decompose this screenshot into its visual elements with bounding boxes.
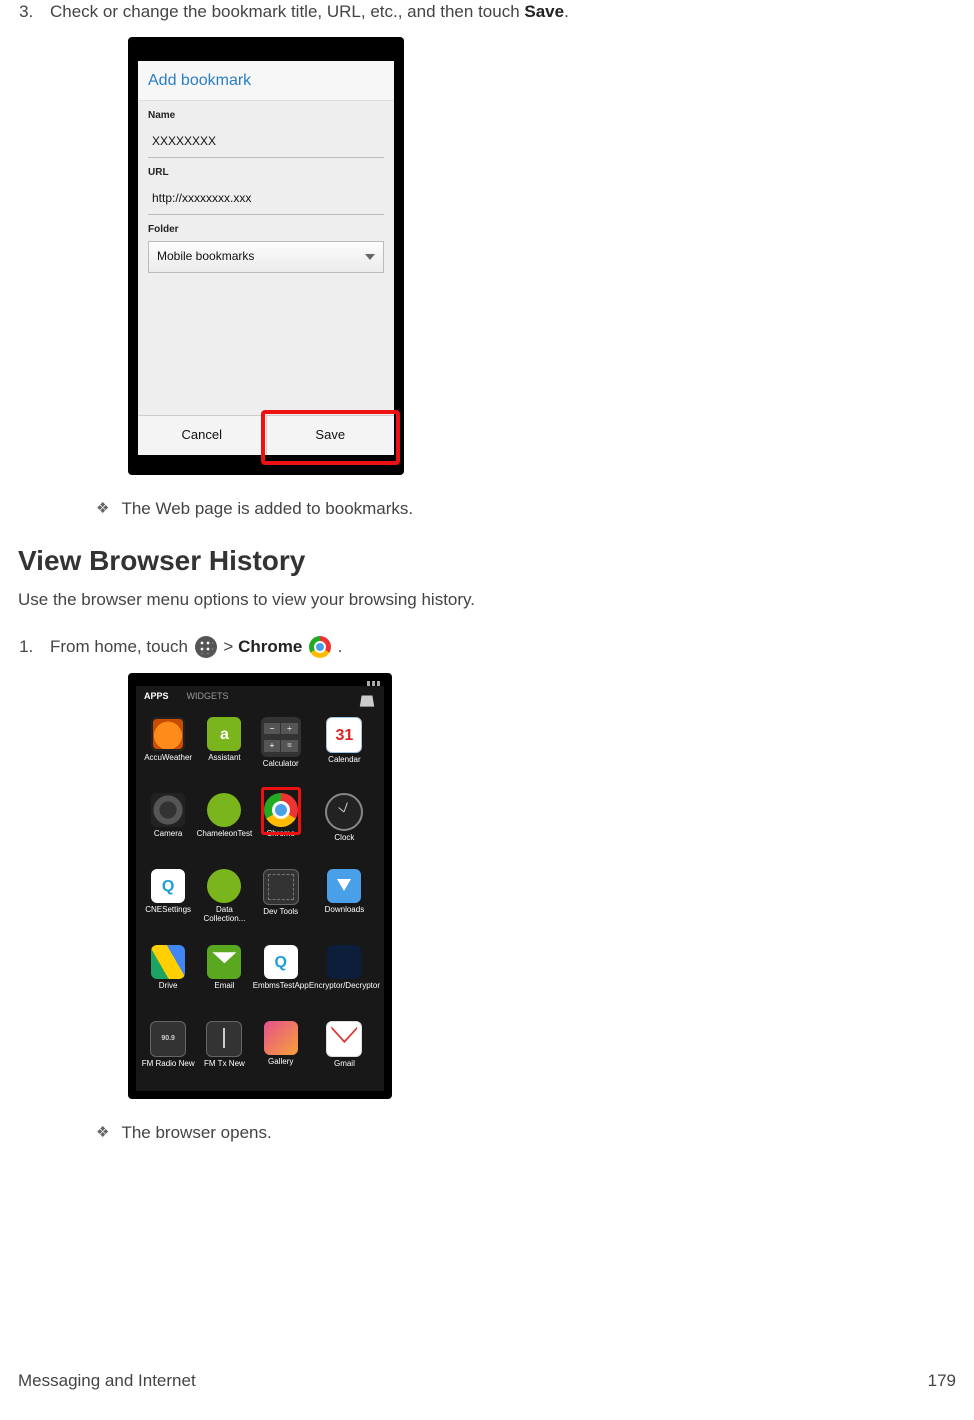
app-label: Assistant [208, 754, 240, 763]
encryptor-decryptor-icon [327, 945, 361, 979]
app-label: EmbmsTestApp [253, 982, 309, 991]
app-label: Clock [334, 834, 354, 843]
folder-label: Folder [148, 223, 384, 238]
chrome-icon [264, 793, 298, 827]
url-label: URL [148, 166, 384, 181]
app-camera[interactable]: Camera [140, 791, 196, 863]
app-label: Dev Tools [263, 908, 298, 917]
app-fm-tx-new[interactable]: FM Tx New [196, 1019, 252, 1091]
step-3: Check or change the bookmark title, URL,… [38, 0, 956, 475]
embmstestapp-icon: Q [264, 945, 298, 979]
app-clock[interactable]: Clock [309, 791, 380, 863]
assistant-icon: a [207, 717, 241, 751]
app-label: Chrome [266, 830, 294, 839]
app-fm-radio-new[interactable]: 90.9 FM Radio New [140, 1019, 196, 1091]
app-label: FM Tx New [204, 1060, 245, 1069]
phone1-statusbar [138, 47, 394, 61]
app-label: Gallery [268, 1058, 293, 1067]
apps-grid-screenshot: APPS WIDGETS AccuWeather a Assistant −÷+= Ca… [128, 673, 392, 1099]
save-button[interactable]: Save [266, 416, 395, 455]
app-downloads[interactable]: Downloads [309, 867, 380, 939]
drive-icon [151, 945, 185, 979]
app-data-collection-[interactable]: Data Collection... [196, 867, 252, 939]
result-browser-opens: The browser opens. [121, 1121, 271, 1146]
app-chrome[interactable]: Chrome [253, 791, 309, 863]
app-label: Email [214, 982, 234, 991]
app-calculator[interactable]: −÷+= Calculator [253, 715, 309, 787]
fm-tx-new-icon [206, 1021, 242, 1057]
app-accuweather[interactable]: AccuWeather [140, 715, 196, 787]
data-collection--icon [207, 869, 241, 903]
step-1: From home, touch > Chrome . APPS WIDGETS… [38, 635, 956, 1100]
gallery-icon [264, 1021, 298, 1055]
camera-icon [151, 793, 185, 827]
app-email[interactable]: Email [196, 943, 252, 1015]
cnesettings-icon: Q [151, 869, 185, 903]
app-gmail[interactable]: Gmail [309, 1019, 380, 1091]
fm-radio-new-icon: 90.9 [150, 1021, 186, 1057]
name-label: Name [148, 109, 384, 124]
app-label: Downloads [325, 906, 365, 915]
app-label: Camera [154, 830, 182, 839]
add-bookmark-screenshot: Add bookmark Name XXXXXXXX URL http://xx… [128, 37, 404, 475]
step-1-text-after: . [338, 637, 343, 656]
step-1-chrome-word: Chrome [238, 637, 302, 656]
footer-page-number: 179 [928, 1369, 956, 1394]
add-bookmark-title: Add bookmark [138, 61, 394, 101]
app-label: Data Collection... [196, 906, 252, 924]
calendar-icon: 31 [326, 717, 362, 753]
name-input[interactable]: XXXXXXXX [148, 127, 384, 157]
app-label: AccuWeather [144, 754, 192, 763]
step-3-save-word: Save [524, 2, 564, 21]
app-label: CNESettings [145, 906, 191, 915]
downloads-icon [327, 869, 361, 903]
app-label: Gmail [334, 1060, 355, 1069]
diamond-bullet-icon: ❖ [96, 497, 109, 521]
step-1-text-before: From home, touch [50, 637, 193, 656]
shop-icon[interactable] [358, 691, 376, 707]
app-drive[interactable]: Drive [140, 943, 196, 1015]
gmail-icon [326, 1021, 362, 1057]
result-bookmark-added: The Web page is added to bookmarks. [121, 497, 413, 522]
cancel-button[interactable]: Cancel [138, 416, 266, 455]
app-label: Drive [159, 982, 178, 991]
app-assistant[interactable]: a Assistant [196, 715, 252, 787]
app-label: Encryptor/Decryptor [309, 982, 380, 991]
dev-tools-icon [263, 869, 299, 905]
app-label: FM Radio New [142, 1060, 195, 1069]
app-gallery[interactable]: Gallery [253, 1019, 309, 1091]
tab-apps[interactable]: APPS [144, 690, 169, 707]
diamond-bullet-icon: ❖ [96, 1121, 109, 1145]
app-cnesettings[interactable]: Q CNESettings [140, 867, 196, 939]
chrome-icon [309, 636, 331, 658]
section-heading-view-browser-history: View Browser History [18, 541, 956, 582]
apps-icon [195, 636, 217, 658]
folder-select[interactable]: Mobile bookmarks [148, 241, 384, 272]
section-subtext: Use the browser menu options to view you… [18, 588, 956, 613]
email-icon [207, 945, 241, 979]
app-dev-tools[interactable]: Dev Tools [253, 867, 309, 939]
url-input[interactable]: http://xxxxxxxx.xxx [148, 184, 384, 214]
accuweather-icon [151, 717, 185, 751]
calculator-icon: −÷+= [261, 717, 301, 757]
app-label: ChameleonTest [197, 830, 253, 839]
app-embmstestapp[interactable]: Q EmbmsTestApp [253, 943, 309, 1015]
app-label: Calendar [328, 756, 360, 765]
tab-widgets[interactable]: WIDGETS [187, 690, 229, 707]
clock-icon [325, 793, 363, 831]
step-3-text-before: Check or change the bookmark title, URL,… [50, 2, 524, 21]
app-encryptor-decryptor[interactable]: Encryptor/Decryptor [309, 943, 380, 1015]
chameleontest-icon [207, 793, 241, 827]
app-calendar[interactable]: 31 Calendar [309, 715, 380, 787]
app-chameleontest[interactable]: ChameleonTest [196, 791, 252, 863]
footer-chapter: Messaging and Internet [18, 1369, 196, 1394]
step-3-text-after: . [564, 2, 569, 21]
app-label: Calculator [263, 760, 299, 769]
step-1-gt: > [223, 637, 238, 656]
